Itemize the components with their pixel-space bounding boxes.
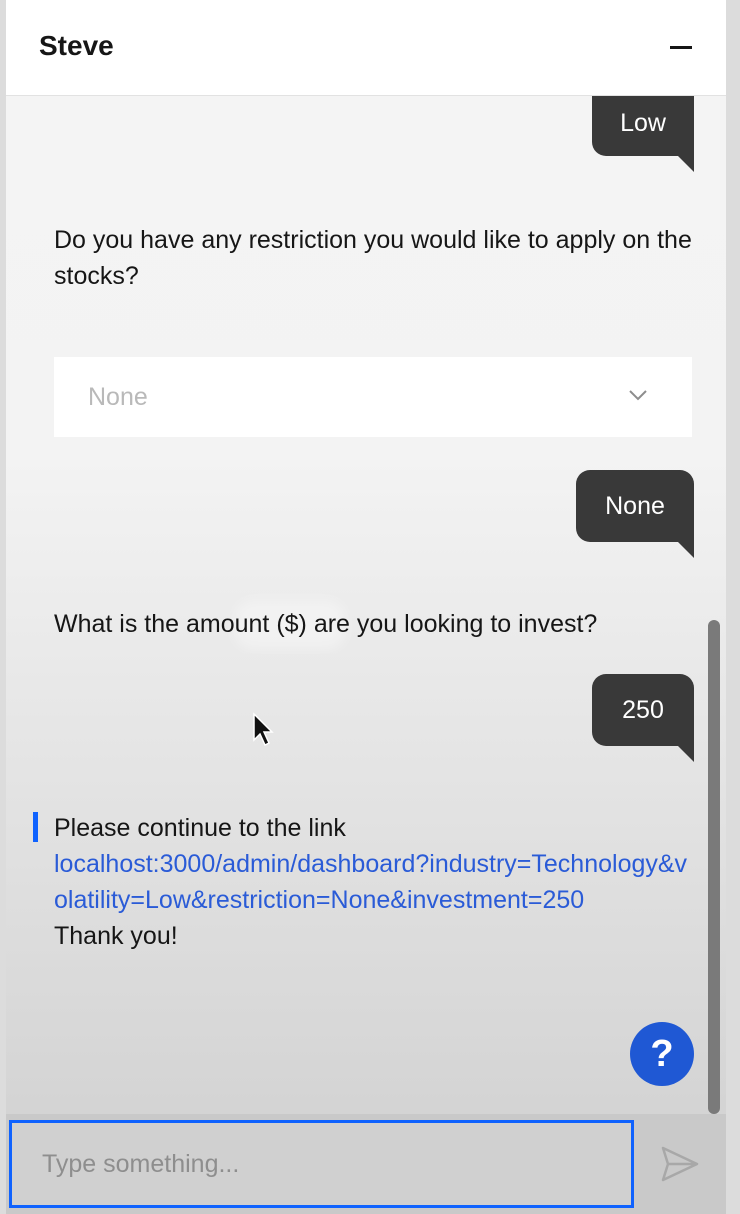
chat-scrollbar[interactable] [708,620,720,1114]
restriction-dropdown[interactable]: None [54,357,692,437]
user-message-text: None [605,492,665,520]
help-button[interactable]: ? [630,1022,694,1086]
minus-icon [670,46,692,49]
user-message-volatility: Low [592,96,694,172]
bot-message-amount: What is the amount ($) are you looking t… [54,610,598,638]
user-message-amount: 250 [592,674,694,762]
user-message-text: Low [620,109,666,137]
final-outro-text: Thank you! [54,922,178,950]
message-accent-bar [33,812,38,842]
final-intro-text: Please continue to the link [54,814,346,842]
dropdown-selected-value: None [88,383,148,411]
message-input[interactable] [9,1120,634,1208]
send-icon[interactable] [659,1144,701,1184]
assistant-name: Steve [39,30,114,61]
bubble-tail [678,746,694,762]
bot-message-restriction: Do you have any restriction you would li… [54,226,692,290]
chat-header: Steve [6,0,726,96]
chat-window: Steve Low Do you have any restriction yo… [6,0,726,1214]
bubble-tail [678,542,694,558]
composer-bar [6,1114,726,1214]
chevron-down-icon [629,390,647,401]
mouse-cursor-icon [253,712,274,747]
app-frame: Steve Low Do you have any restriction yo… [0,0,740,1214]
user-message-restriction: None [576,470,694,558]
user-message-text: 250 [622,696,664,724]
bubble-tail [678,156,694,172]
dashboard-link[interactable]: localhost:3000/admin/dashboard?industry=… [54,846,694,918]
bot-message-final: Please continue to the link localhost:30… [54,810,694,954]
